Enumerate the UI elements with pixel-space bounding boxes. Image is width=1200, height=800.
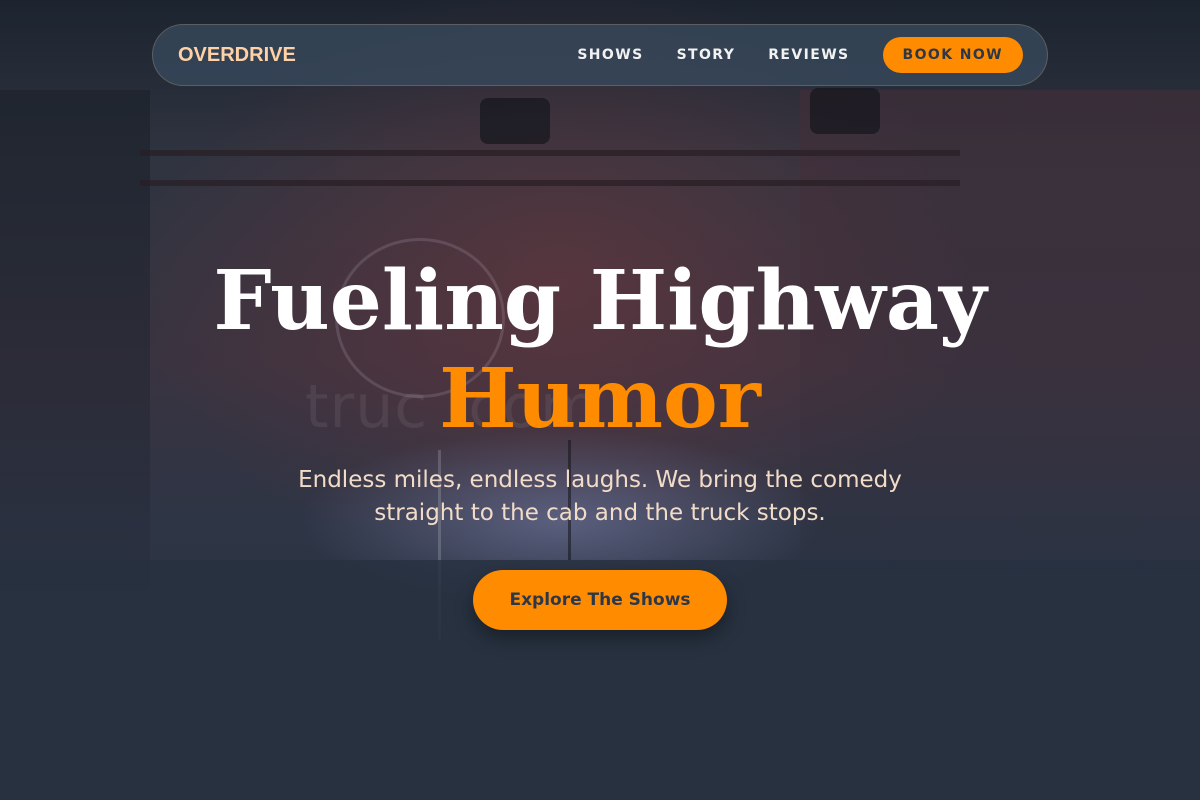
stage-beam xyxy=(140,180,960,186)
nav-links: SHOWS STORY REVIEWS BOOK NOW xyxy=(577,37,1023,73)
hero-title: Fueling Highway Humor xyxy=(0,252,1200,448)
stage-speaker xyxy=(480,98,550,144)
hero-title-highlight: Humor xyxy=(439,351,761,447)
nav-link-reviews[interactable]: REVIEWS xyxy=(768,47,849,63)
nav-link-shows[interactable]: SHOWS xyxy=(577,47,643,63)
nav-link-story[interactable]: STORY xyxy=(677,47,736,63)
hero-subtitle: Endless miles, endless laughs. We bring … xyxy=(298,467,902,526)
brand-logo[interactable]: OVERDRIVE xyxy=(178,44,296,67)
hero-title-line1: Fueling Highway xyxy=(213,253,987,349)
stage-beam xyxy=(140,150,960,156)
book-now-button[interactable]: BOOK NOW xyxy=(882,37,1023,73)
stage-speaker xyxy=(810,88,880,134)
explore-shows-button[interactable]: Explore The Shows xyxy=(473,570,727,630)
navbar: OVERDRIVE SHOWS STORY REVIEWS BOOK NOW xyxy=(152,24,1048,86)
